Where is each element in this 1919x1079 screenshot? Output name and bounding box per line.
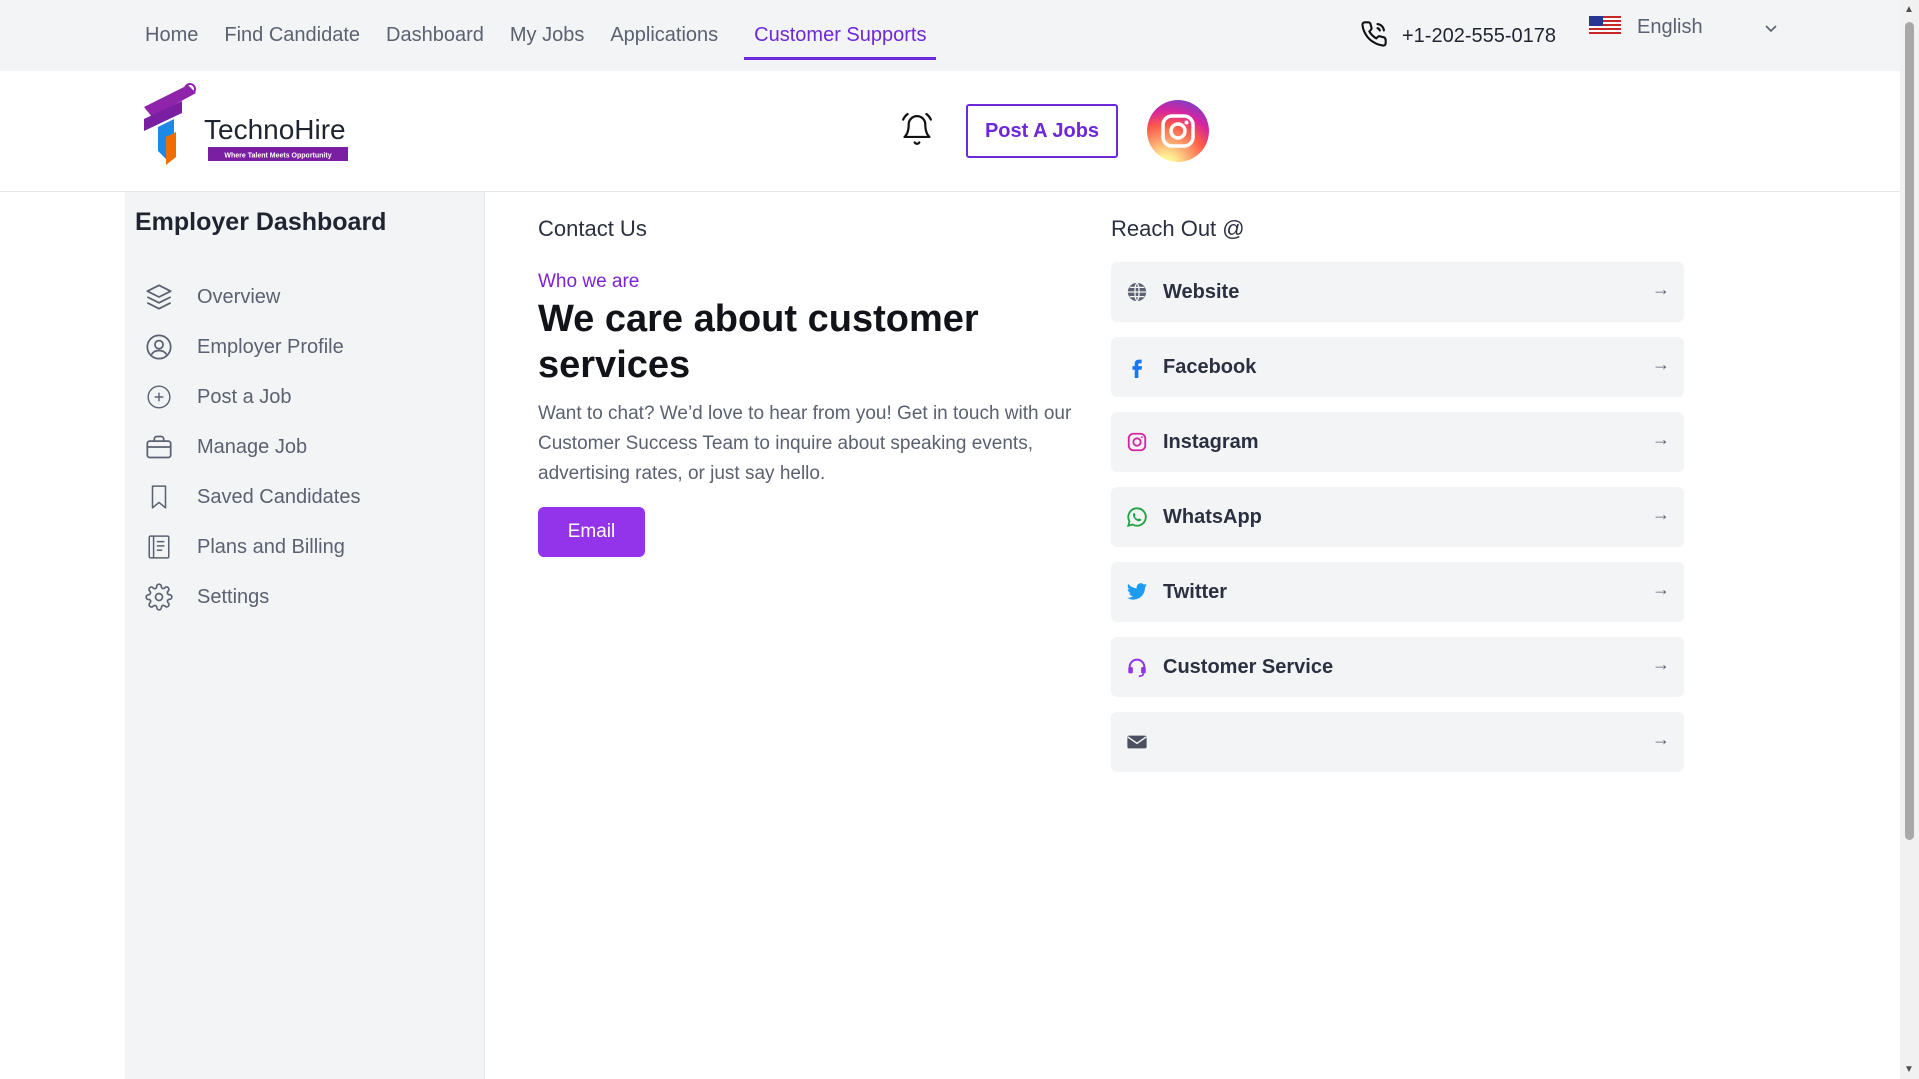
sidebar-item-label: Post a Job xyxy=(197,385,292,408)
envelope-icon xyxy=(1125,730,1149,754)
arrow-right-icon: → xyxy=(1652,504,1670,524)
user-circle-icon xyxy=(145,333,173,361)
reach-item-label: Twitter xyxy=(1163,580,1228,603)
phone-call-icon xyxy=(1360,20,1388,53)
bell-icon[interactable] xyxy=(900,112,934,153)
reach-item-whatsapp[interactable]: WhatsApp → xyxy=(1111,487,1684,547)
arrow-right-icon: → xyxy=(1652,579,1670,599)
layers-icon xyxy=(145,283,173,311)
contact-description: Want to chat? We’d love to hear from you… xyxy=(538,403,1072,484)
main-nav: Home Find Candidate Dashboard My Jobs Ap… xyxy=(145,0,962,71)
instagram-icon xyxy=(1125,430,1149,454)
billing-icon xyxy=(145,533,173,561)
reach-item-label: Customer Service xyxy=(1163,655,1334,678)
language-selector[interactable]: English xyxy=(1589,16,1777,39)
reach-item-email[interactable]: → xyxy=(1111,712,1684,772)
sidebar-item-settings[interactable]: Settings xyxy=(145,572,360,622)
contact-headline: We care about customer services xyxy=(538,298,979,386)
facebook-icon xyxy=(1125,355,1149,379)
arrow-right-icon: → xyxy=(1652,429,1670,449)
sidebar-item-label: Overview xyxy=(197,285,281,308)
logo-tagline: Where Talent Meets Opportunity xyxy=(224,153,331,160)
reach-item-twitter[interactable]: Twitter → xyxy=(1111,562,1684,622)
contact-eyebrow: Who we are xyxy=(538,271,640,292)
reach-list: Website → Facebook → Instagram → WhatsAp… xyxy=(1111,262,1684,787)
sidebar-item-post-a-job[interactable]: Post a Job xyxy=(145,372,360,422)
sidebar-item-manage-job[interactable]: Manage Job xyxy=(145,422,360,472)
technohire-logo[interactable]: TechnoHire Where Talent Meets Opportunit… xyxy=(138,77,348,167)
reach-item-customer-service[interactable]: Customer Service → xyxy=(1111,637,1684,697)
reach-item-label: WhatsApp xyxy=(1163,505,1262,528)
vertical-scrollbar[interactable]: ▲ ▼ xyxy=(1900,0,1919,1079)
nav-applications[interactable]: Applications xyxy=(610,14,718,57)
reach-item-label: Website xyxy=(1163,280,1240,303)
sidebar-item-label: Employer Profile xyxy=(197,335,344,358)
email-button[interactable]: Email xyxy=(538,507,645,557)
reach-item-label: Facebook xyxy=(1163,355,1257,378)
arrow-right-icon: → xyxy=(1652,729,1670,749)
top-navigation-bar: Home Find Candidate Dashboard My Jobs Ap… xyxy=(0,0,1900,71)
reach-item-website[interactable]: Website → xyxy=(1111,262,1684,322)
nav-customer-supports[interactable]: Customer Supports xyxy=(744,14,937,60)
reach-item-facebook[interactable]: Facebook → xyxy=(1111,337,1684,397)
contact-title: Contact Us xyxy=(538,216,647,241)
sidebar-item-overview[interactable]: Overview xyxy=(145,272,360,322)
instagram-avatar-icon[interactable] xyxy=(1147,100,1209,162)
chevron-down-icon xyxy=(1765,20,1777,36)
scroll-down-icon[interactable]: ▼ xyxy=(1904,1064,1914,1075)
arrow-right-icon: → xyxy=(1652,279,1670,299)
sidebar-menu: Overview Employer Profile Post a Job Man… xyxy=(145,272,360,622)
whatsapp-icon xyxy=(1125,505,1149,529)
sidebar-item-label: Plans and Billing xyxy=(197,535,345,558)
nav-find-candidate[interactable]: Find Candidate xyxy=(224,14,360,57)
globe-icon xyxy=(1125,280,1149,304)
nav-my-jobs[interactable]: My Jobs xyxy=(510,14,584,57)
arrow-right-icon: → xyxy=(1652,654,1670,674)
reach-title: Reach Out @ xyxy=(1111,216,1245,241)
post-a-job-button[interactable]: Post A Jobs xyxy=(966,104,1118,158)
headset-icon xyxy=(1125,655,1149,679)
site-header: TechnoHire Where Talent Meets Opportunit… xyxy=(0,71,1900,192)
sidebar-item-label: Saved Candidates xyxy=(197,485,361,508)
nav-home[interactable]: Home xyxy=(145,14,198,57)
sidebar-item-label: Settings xyxy=(197,585,270,608)
contact-phone[interactable]: +1-202-555-0178 xyxy=(1360,20,1556,53)
bookmark-icon xyxy=(145,483,173,511)
sidebar-item-plans-and-billing[interactable]: Plans and Billing xyxy=(145,522,360,572)
phone-number: +1-202-555-0178 xyxy=(1402,25,1557,47)
us-flag-icon xyxy=(1589,16,1621,39)
scroll-up-icon[interactable]: ▲ xyxy=(1904,4,1914,15)
arrow-right-icon: → xyxy=(1652,354,1670,374)
twitter-icon xyxy=(1125,580,1149,604)
reach-item-label: Instagram xyxy=(1163,430,1259,453)
plus-circle-icon xyxy=(145,383,173,411)
reach-item-instagram[interactable]: Instagram → xyxy=(1111,412,1684,472)
employer-sidebar: Employer Dashboard Overview Employer Pro… xyxy=(125,192,484,1079)
briefcase-icon xyxy=(145,433,173,461)
sidebar-item-label: Manage Job xyxy=(197,435,308,458)
sidebar-item-employer-profile[interactable]: Employer Profile xyxy=(145,322,360,372)
gear-icon xyxy=(145,583,173,611)
nav-dashboard[interactable]: Dashboard xyxy=(386,14,484,57)
sidebar-title: Employer Dashboard xyxy=(135,208,387,236)
logo-wordmark: TechnoHire xyxy=(204,114,346,145)
content-divider xyxy=(484,192,485,1079)
scrollbar-thumb[interactable] xyxy=(1905,22,1914,840)
sidebar-item-saved-candidates[interactable]: Saved Candidates xyxy=(145,472,360,522)
language-label: English xyxy=(1637,16,1703,38)
